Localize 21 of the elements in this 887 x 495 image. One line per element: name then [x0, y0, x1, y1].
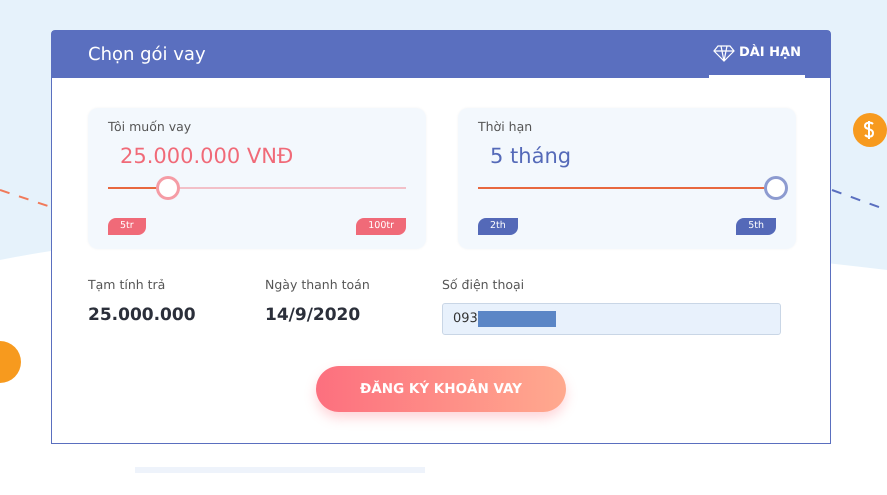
- slider-value: 25.000.000 VNĐ: [120, 142, 294, 170]
- card-title: Chọn gói vay: [88, 43, 206, 67]
- max-label: 100tr: [356, 218, 406, 234]
- slider-thumb[interactable]: [764, 176, 788, 200]
- slider-label: Tôi muốn vay: [108, 118, 192, 136]
- slider-value: 5 tháng: [490, 142, 572, 170]
- summary-value: 14/9/2020: [265, 304, 362, 327]
- summary-label: Tạm tính trả: [88, 276, 166, 294]
- slider-thumb[interactable]: [156, 176, 180, 200]
- term-tab[interactable]: DÀI HẠN: [708, 31, 805, 78]
- summary-value: 25.000.000: [88, 304, 197, 327]
- slider-label: Thời hạn: [478, 118, 534, 136]
- max-label: 5th: [736, 218, 776, 234]
- diamond-icon: [712, 44, 735, 62]
- coin-icon: [0, 340, 22, 384]
- min-label: 5tr: [108, 218, 146, 234]
- phone-label: Số điện thoại: [442, 276, 526, 294]
- min-label: 2th: [478, 218, 518, 234]
- phone-field[interactable]: 093: [442, 302, 781, 335]
- summary-label: Ngày thanh toán: [265, 276, 371, 294]
- coin-icon: [852, 112, 887, 148]
